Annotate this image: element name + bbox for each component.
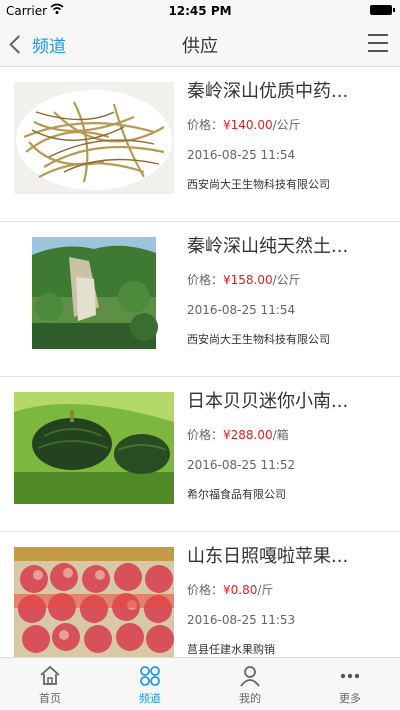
item-price: 价格：¥0.80/斤 — [187, 583, 274, 597]
menu-icon[interactable] — [368, 34, 388, 52]
item-date: 2016-08-25 11:54 — [187, 148, 296, 162]
product-image — [14, 547, 174, 657]
item-title: 秦岭深山优质中药... — [187, 81, 349, 102]
status-time: 12:45 PM — [168, 4, 232, 18]
supply-list: 秦岭深山优质中药... 价格：¥140.00/公斤 2016-08-25 11:… — [0, 67, 400, 657]
nav-bar: 频道 供应 — [0, 22, 400, 67]
tab-mine[interactable]: 我的 — [200, 658, 300, 710]
list-item[interactable]: 日本贝贝迷你小南... 价格：¥288.00/箱 2016-08-25 11:5… — [0, 377, 400, 532]
more-icon — [340, 673, 360, 679]
item-company: 莒县任建水果购销 — [187, 643, 275, 656]
item-company: 西安尚大王生物科技有限公司 — [187, 333, 330, 346]
tab-label: 首页 — [39, 692, 61, 705]
item-date: 2016-08-25 11:52 — [187, 458, 296, 472]
tab-label: 更多 — [339, 692, 361, 705]
tab-channel[interactable]: 频道 — [100, 658, 200, 710]
price-value: ¥0.80 — [223, 583, 258, 597]
price-value: ¥288.00 — [223, 428, 273, 442]
home-icon — [40, 665, 60, 685]
product-image — [14, 82, 174, 194]
price-value: ¥158.00 — [223, 273, 273, 287]
price-value: ¥140.00 — [223, 118, 273, 132]
item-price: 价格：¥140.00/公斤 — [187, 118, 301, 132]
item-company: 希尔福食品有限公司 — [187, 488, 286, 501]
tab-label: 频道 — [139, 692, 161, 705]
grid-icon — [140, 666, 160, 686]
item-date: 2016-08-25 11:53 — [187, 613, 296, 627]
item-price: 价格：¥158.00/公斤 — [187, 273, 301, 287]
item-date: 2016-08-25 11:54 — [187, 303, 296, 317]
item-title: 日本贝贝迷你小南... — [187, 391, 349, 412]
list-item[interactable]: 秦岭深山优质中药... 价格：¥140.00/公斤 2016-08-25 11:… — [0, 67, 400, 222]
product-image — [14, 392, 174, 504]
item-title: 秦岭深山纯天然土... — [187, 236, 349, 257]
battery-icon — [370, 5, 395, 15]
item-title: 山东日照嘎啦苹果... — [187, 546, 349, 567]
page-title: 供应 — [182, 36, 218, 57]
list-item[interactable]: 秦岭深山纯天然土... 价格：¥158.00/公斤 2016-08-25 11:… — [0, 222, 400, 377]
tab-home[interactable]: 首页 — [0, 658, 100, 710]
person-icon — [240, 666, 260, 687]
list-item[interactable]: 山东日照嘎啦苹果... 价格：¥0.80/斤 2016-08-25 11:53 … — [0, 532, 400, 657]
status-bar: Carrier 12:45 PM — [0, 0, 400, 22]
item-price: 价格：¥288.00/箱 — [187, 428, 289, 442]
tab-label: 我的 — [239, 692, 261, 705]
tab-more[interactable]: 更多 — [300, 658, 400, 710]
item-company: 西安尚大王生物科技有限公司 — [187, 178, 330, 191]
tab-bar: 首页 频道 我的 更多 — [0, 657, 400, 710]
product-image — [14, 237, 174, 349]
